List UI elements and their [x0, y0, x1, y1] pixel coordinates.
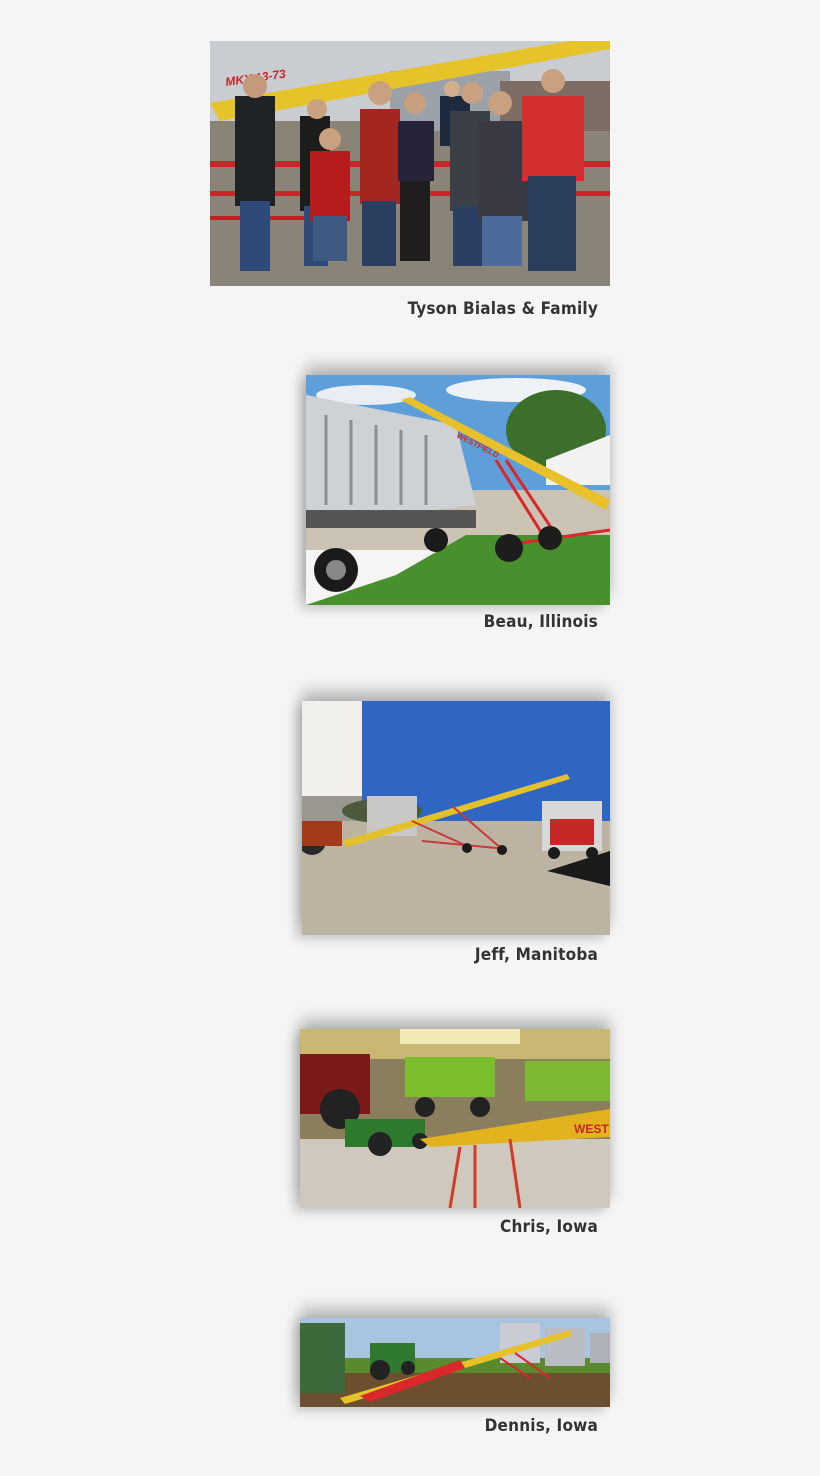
photo-chris-iowa: WEST: [300, 1029, 610, 1208]
photo-jeff-manitoba: [302, 701, 610, 935]
auger-label: WEST: [574, 1122, 609, 1136]
caption-tyson-family: Tyson Bialas & Family: [407, 299, 598, 319]
caption-chris-iowa: Chris, Iowa: [500, 1217, 598, 1237]
caption-jeff-manitoba: Jeff, Manitoba: [474, 945, 598, 965]
photo-tyson-family: MKX 13-73: [210, 41, 610, 286]
photo-dennis-iowa: [300, 1318, 610, 1407]
photo-beau-illinois: WESTFIELD: [306, 375, 610, 605]
caption-dennis-iowa: Dennis, Iowa: [484, 1416, 598, 1436]
caption-beau-illinois: Beau, Illinois: [483, 612, 598, 632]
